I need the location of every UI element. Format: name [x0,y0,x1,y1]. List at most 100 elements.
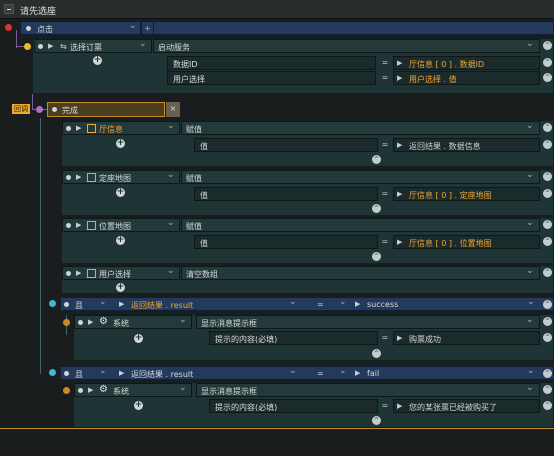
add-action-button[interactable]: + [116,283,125,292]
action-row[interactable]: ▶ 用户选择 ⌄ [62,266,180,280]
chevron-down-icon[interactable]: ⌄ [339,366,347,376]
condition-bar[interactable]: 且 ⌄ ▶ 返回结果 . result ⌄ = ⌄ ▶ fail ⌄ [60,366,554,380]
collapse-icon[interactable]: ^ [543,41,552,50]
add-action-button[interactable]: + [134,401,143,410]
collapse-icon[interactable]: ^ [372,349,381,358]
collapse-icon[interactable]: ^ [543,401,552,410]
collapse-icon[interactable]: ^ [543,140,552,149]
param-value-field[interactable]: ▶ 返回结果 . 数据信息 [393,138,540,152]
action-row[interactable]: ▶ ⚙ 系统 ⌄ [74,383,192,397]
collapse-icon[interactable]: ^ [372,416,381,425]
add-action-button[interactable]: + [116,236,125,245]
chevron-down-icon[interactable]: ⌄ [526,39,534,49]
collapse-icon[interactable]: ^ [543,333,552,342]
chevron-down-icon[interactable]: ⌄ [167,218,175,228]
add-action-button[interactable]: + [93,56,102,65]
expand-icon[interactable]: ▶ [397,141,402,149]
expand-icon[interactable]: ▶ [355,369,360,377]
param-value-field[interactable]: ▶ 您的某张票已经被购买了 [393,399,540,413]
callback-header[interactable]: 完成 [47,102,165,117]
collapse-icon[interactable]: ^ [543,369,552,378]
chevron-down-icon[interactable]: ⌄ [99,297,107,307]
collapse-icon[interactable]: ^ [543,220,552,229]
collapse-icon[interactable]: ^ [543,189,552,198]
close-icon[interactable]: × [166,102,180,117]
param-value-field[interactable]: ▶ 厅信息 [ 0 ] . 定座地图 [393,187,540,201]
chevron-down-icon[interactable]: ⌄ [167,266,175,276]
add-action-button[interactable]: + [134,334,143,343]
add-action-button[interactable]: + [116,188,125,197]
chevron-down-icon[interactable]: ⌄ [289,366,297,376]
action-type-row[interactable]: 赋值 ⌄ [181,170,540,184]
expand-icon[interactable]: ▶ [119,300,124,308]
chevron-down-icon[interactable]: ⌄ [526,383,534,393]
expand-icon[interactable]: ▶ [76,173,81,181]
action-type-row[interactable]: 赋值 ⌄ [181,121,540,135]
action-type-row[interactable]: 赋值 ⌄ [181,218,540,232]
add-action-button[interactable]: + [116,139,125,148]
chevron-down-icon[interactable]: ⌄ [99,366,107,376]
action-type-row[interactable]: 清空数组 ⌄ [181,266,540,280]
param-value-field[interactable]: ▶ 用户选择 . 值 [393,71,540,85]
condition-bar[interactable]: 且 ⌄ ▶ 返回结果 . result ⌄ = ⌄ ▶ success ⌄ [60,297,554,311]
chevron-down-icon[interactable]: ⌄ [167,170,175,180]
expand-icon[interactable]: ▶ [48,42,53,50]
chevron-down-icon[interactable]: ⌄ [526,218,534,228]
chevron-down-icon[interactable]: ⌄ [129,21,137,31]
event-header-fill [154,21,554,35]
collapse-icon[interactable]: ^ [543,237,552,246]
chevron-down-icon[interactable]: ⌄ [289,297,297,307]
collapse-icon[interactable]: ^ [372,155,381,164]
collapse-icon[interactable]: ^ [372,252,381,261]
collapse-icon[interactable]: ^ [543,268,552,277]
chevron-down-icon[interactable]: ⌄ [527,366,535,376]
add-event-button[interactable]: + [141,21,154,35]
system-label: 系统 [113,319,129,328]
action-row[interactable]: ▶ 定座地图 ⌄ [62,170,180,184]
expand-icon[interactable]: ▶ [397,59,402,67]
expand-icon[interactable]: ▶ [88,318,93,326]
chevron-down-icon[interactable]: ⌄ [179,383,187,393]
action-type-row[interactable]: 显示消息提示框 ⌄ [196,315,540,329]
minimize-icon[interactable] [4,4,14,14]
collapse-icon[interactable]: ^ [543,58,552,67]
expand-icon[interactable]: ▶ [76,124,81,132]
chevron-down-icon[interactable]: ⌄ [527,297,535,307]
action-type-row[interactable]: 显示消息提示框 ⌄ [196,383,540,397]
expand-icon[interactable]: ▶ [397,74,402,82]
collapse-icon[interactable]: ^ [543,385,552,394]
action-row[interactable]: ▶ ⚙ 系统 ⌄ [74,315,192,329]
action-row[interactable]: ▶ 厅信息 ⌄ [62,121,180,135]
collapse-icon[interactable]: ^ [543,300,552,309]
expand-icon[interactable]: ▶ [397,238,402,246]
chevron-down-icon[interactable]: ⌄ [179,315,187,325]
collapse-icon[interactable]: ^ [543,172,552,181]
collapse-icon[interactable]: ^ [543,317,552,326]
chevron-down-icon[interactable]: ⌄ [139,39,147,49]
expand-icon[interactable]: ▶ [397,402,402,410]
event-header[interactable]: 点击 ⌄ [20,21,141,35]
collapse-icon[interactable]: ^ [543,123,552,132]
collapse-icon[interactable]: ^ [372,204,381,213]
param-value-field[interactable]: ▶ 购票成功 [393,331,540,345]
chevron-down-icon[interactable]: ⌄ [526,170,534,180]
collapse-icon[interactable]: ^ [543,73,552,82]
chevron-down-icon[interactable]: ⌄ [526,121,534,131]
chevron-down-icon[interactable]: ⌄ [526,266,534,276]
chevron-down-icon[interactable]: ⌄ [167,121,175,131]
variable-name: 定座地图 [99,174,131,183]
action-type-row[interactable]: 启动服务 ⌄ [153,39,540,53]
expand-icon[interactable]: ▶ [76,221,81,229]
chevron-down-icon[interactable]: ⌄ [339,297,347,307]
action-row[interactable]: ▶ 位置地图 ⌄ [62,218,180,232]
expand-icon[interactable]: ▶ [76,269,81,277]
expand-icon[interactable]: ▶ [397,334,402,342]
param-value-field[interactable]: ▶ 厅信息 [ 0 ] . 数据ID [393,56,540,70]
action-row[interactable]: ▶ ⇆ 选择订票 ⌄ [34,39,152,53]
expand-icon[interactable]: ▶ [119,369,124,377]
expand-icon[interactable]: ▶ [355,300,360,308]
expand-icon[interactable]: ▶ [397,190,402,198]
param-value-field[interactable]: ▶ 厅信息 [ 0 ] . 位置地图 [393,235,540,249]
chevron-down-icon[interactable]: ⌄ [526,315,534,325]
expand-icon[interactable]: ▶ [88,386,93,394]
